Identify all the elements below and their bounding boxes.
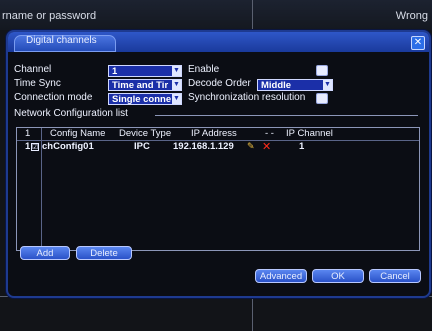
dialog-titlebar: Digital channels ✕	[8, 32, 429, 52]
row-config-name: chConfig01	[42, 141, 94, 152]
row-device-type: IPC	[134, 141, 150, 152]
row-index: 1	[25, 141, 31, 152]
sync-resolution-label: Synchronization resolution	[188, 92, 306, 103]
network-config-list[interactable]: 1 Config Name Device Type IP Address - -…	[16, 127, 420, 251]
add-button[interactable]: Add	[20, 246, 70, 260]
background-divider	[252, 296, 253, 331]
decode-order-select[interactable]: Middle ▼	[257, 79, 333, 91]
sync-resolution-checkbox[interactable]	[316, 93, 328, 104]
dialog-title: Digital channels	[26, 35, 97, 46]
advanced-button[interactable]: Advanced	[255, 269, 307, 283]
row-checkbox[interactable]: ☑	[31, 143, 39, 151]
list-header: 1 Config Name Device Type IP Address - -…	[17, 128, 419, 141]
time-sync-label: Time Sync	[14, 78, 61, 89]
column-ip-channel: IP Channel	[286, 128, 333, 139]
chevron-down-icon: ▼	[172, 66, 181, 76]
decode-order-select-value: Middle	[261, 80, 292, 91]
connection-mode-select-value: Single conne	[112, 94, 172, 105]
chevron-down-icon: ▼	[172, 94, 181, 104]
connection-mode-select[interactable]: Single conne ▼	[108, 93, 182, 105]
group-divider	[155, 115, 418, 116]
channel-label: Channel	[14, 64, 52, 75]
delete-button[interactable]: Delete	[76, 246, 132, 260]
column-dashes: - -	[265, 128, 274, 139]
time-sync-select-value: Time and Tir	[112, 80, 169, 91]
pencil-icon[interactable]: ✎	[247, 142, 255, 152]
digital-channels-dialog: Digital channels ✕ Channel 1 ▼ Enable Ti…	[6, 30, 431, 298]
ok-button[interactable]: OK	[312, 269, 364, 283]
enable-checkbox[interactable]	[316, 65, 328, 76]
column-ip-address: IP Address	[191, 128, 237, 139]
background-message: rname or password	[2, 10, 97, 22]
chevron-down-icon: ▼	[323, 80, 332, 90]
row-ip-address: 192.168.1.129	[173, 141, 234, 152]
background-divider	[252, 0, 253, 30]
chevron-down-icon: ▼	[172, 80, 181, 90]
channel-select-value: 1	[112, 66, 118, 77]
connection-mode-label: Connection mode	[14, 92, 93, 103]
network-list-title: Network Configuration list	[14, 108, 128, 119]
cancel-button[interactable]: Cancel	[369, 269, 421, 283]
row-ip-channel: 1	[299, 141, 305, 152]
close-icon[interactable]: ✕	[411, 36, 425, 50]
column-device-type: Device Type	[119, 128, 172, 139]
delete-x-icon[interactable]: ✕	[262, 140, 271, 153]
column-index: 1	[25, 128, 31, 139]
decode-order-label: Decode Order	[188, 78, 251, 89]
time-sync-select[interactable]: Time and Tir ▼	[108, 79, 182, 91]
channel-select[interactable]: 1 ▼	[108, 65, 182, 77]
column-config-name: Config Name	[50, 128, 106, 139]
background-wrong-text: Wrong	[395, 10, 428, 22]
enable-label: Enable	[188, 64, 220, 75]
